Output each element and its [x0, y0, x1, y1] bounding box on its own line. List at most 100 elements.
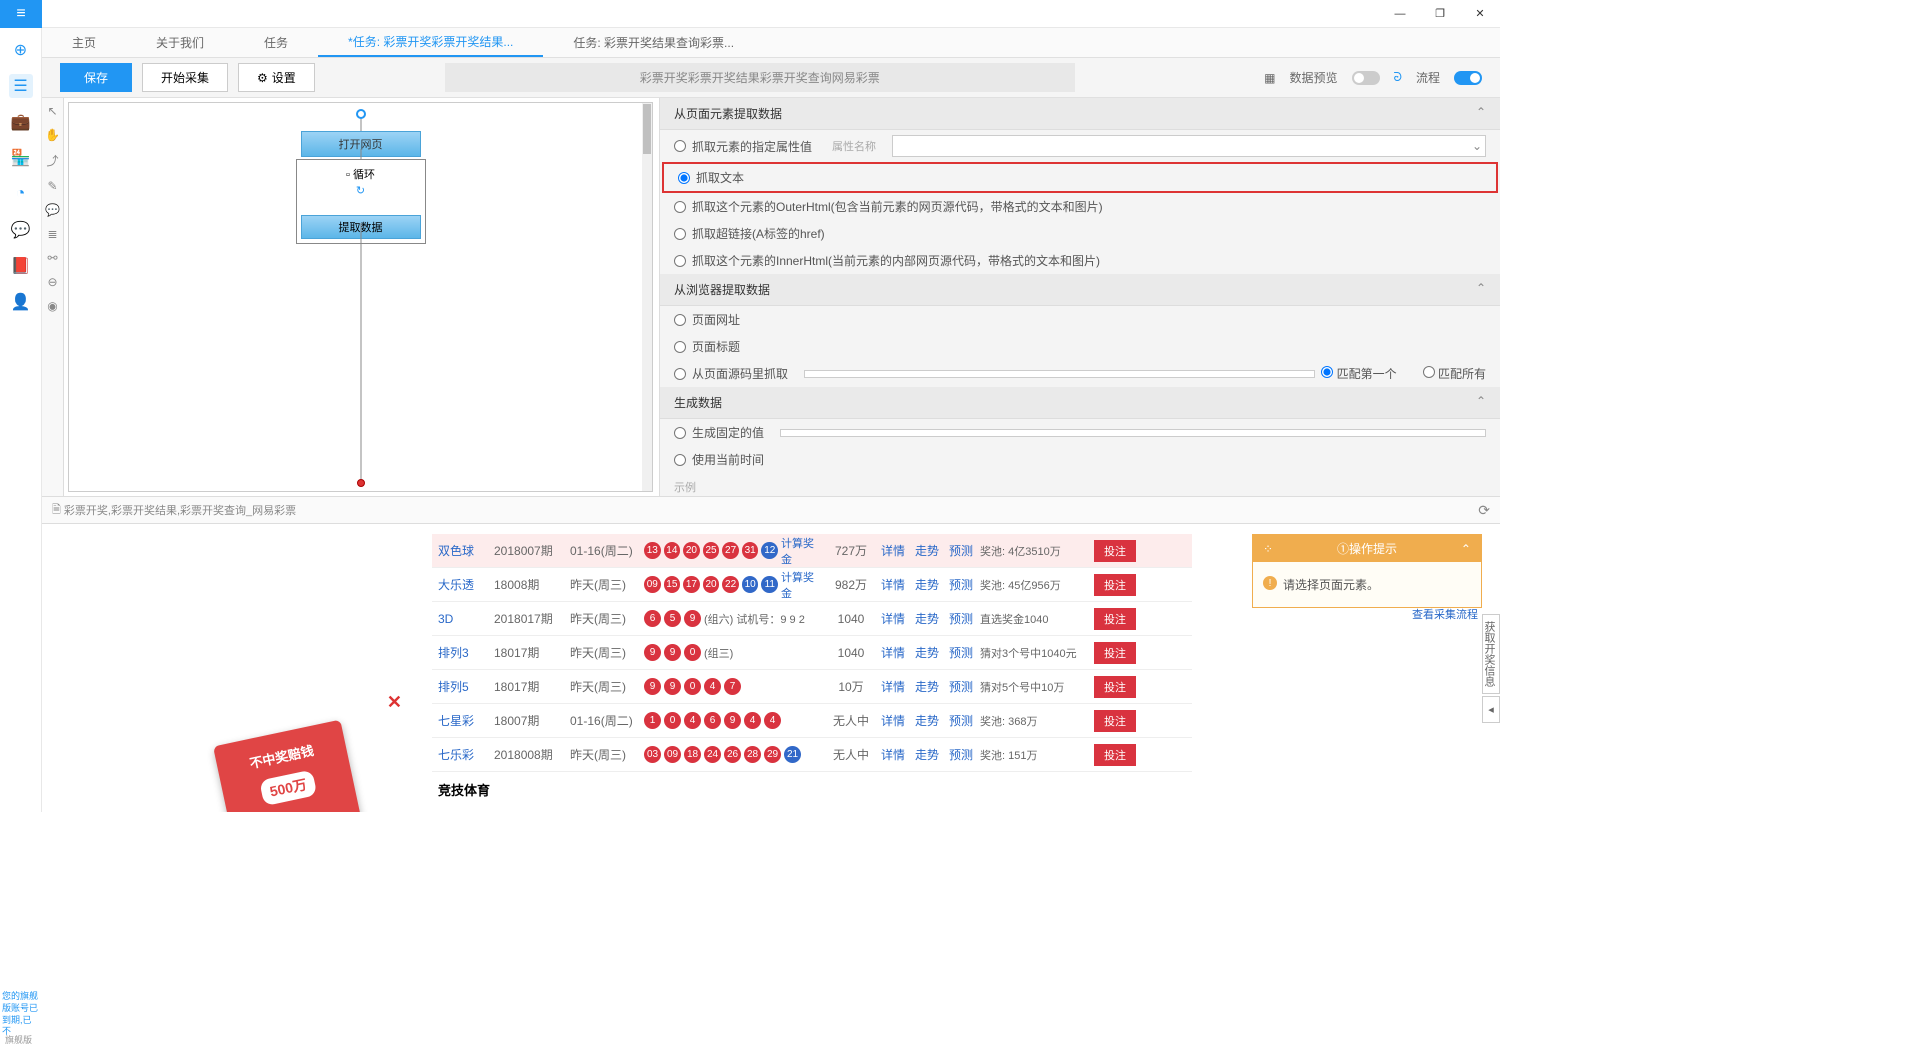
- radio-url[interactable]: 页面网址: [660, 306, 1500, 333]
- bet-button[interactable]: 投注: [1094, 676, 1136, 698]
- tool-cursor-icon[interactable]: ↖: [47, 104, 57, 118]
- radio-innerhtml[interactable]: 抓取这个元素的InnerHtml(当前元素的内部网页源代码，带格式的文本和图片): [660, 247, 1500, 274]
- detail-link[interactable]: 详情: [878, 712, 908, 729]
- forecast-link[interactable]: 预测: [946, 712, 976, 729]
- tool-tree-icon[interactable]: ⚯: [47, 251, 57, 265]
- side-tab-info[interactable]: 获取开奖信息: [1482, 614, 1500, 694]
- radio-source[interactable]: 从页面源码里抓取 匹配第一个 匹配所有: [660, 360, 1500, 387]
- attr-name-input[interactable]: ⌄: [892, 135, 1486, 157]
- detail-link[interactable]: 详情: [878, 576, 908, 593]
- preview-toggle[interactable]: [1352, 71, 1380, 85]
- tool-hand-icon[interactable]: ✋: [45, 128, 60, 142]
- forecast-link[interactable]: 预测: [946, 542, 976, 559]
- maximize-button[interactable]: ❐: [1420, 0, 1460, 28]
- tab-about[interactable]: 关于我们: [126, 28, 234, 57]
- lottery-issue: 2018017期: [494, 610, 566, 627]
- forecast-link[interactable]: 预测: [946, 746, 976, 763]
- trend-link[interactable]: 走势: [912, 712, 942, 729]
- settings-button[interactable]: ⚙设置: [238, 63, 315, 92]
- tab-current-task[interactable]: *任务: 彩票开奖彩票开奖结果...: [318, 28, 543, 57]
- nav-chat-icon[interactable]: 💬: [9, 218, 33, 242]
- tip-collapse-icon[interactable]: ⌃: [1461, 542, 1471, 556]
- nav-briefcase-icon[interactable]: 💼: [9, 110, 33, 134]
- trend-link[interactable]: 走势: [912, 576, 942, 593]
- start-collect-button[interactable]: 开始采集: [142, 63, 228, 92]
- bet-button[interactable]: 投注: [1094, 540, 1136, 562]
- match-first-radio[interactable]: [1321, 366, 1333, 378]
- ball-red: 25: [703, 542, 720, 559]
- tip-drag-icon[interactable]: ⁘: [1263, 542, 1273, 556]
- tool-target-icon[interactable]: ◉: [47, 299, 57, 313]
- trend-link[interactable]: 走势: [912, 610, 942, 627]
- detail-link[interactable]: 详情: [878, 746, 908, 763]
- tool-list-icon[interactable]: ≣: [47, 227, 57, 241]
- radio-fixed[interactable]: 生成固定的值: [660, 419, 1500, 446]
- flow-canvas[interactable]: 打开网页 ▫ 循环 ↻ 提取数据: [68, 102, 653, 492]
- detail-link[interactable]: 详情: [878, 678, 908, 695]
- trend-link[interactable]: 走势: [912, 644, 942, 661]
- flow-toggle[interactable]: [1454, 71, 1482, 85]
- detail-link[interactable]: 详情: [878, 542, 908, 559]
- lottery-name[interactable]: 七星彩: [438, 712, 490, 729]
- radio-outerhtml[interactable]: 抓取这个元素的OuterHtml(包含当前元素的网页源代码，带格式的文本和图片): [660, 193, 1500, 220]
- bet-button[interactable]: 投注: [1094, 608, 1136, 630]
- trend-link[interactable]: 走势: [912, 746, 942, 763]
- flow-start-node[interactable]: [356, 109, 366, 119]
- tab-tasks[interactable]: 任务: [234, 28, 318, 57]
- nav-store-icon[interactable]: 🏪: [9, 146, 33, 170]
- bet-button[interactable]: 投注: [1094, 744, 1136, 766]
- bet-button[interactable]: 投注: [1094, 710, 1136, 732]
- lottery-name[interactable]: 排列5: [438, 678, 490, 695]
- radio-time[interactable]: 使用当前时间: [660, 446, 1500, 473]
- bet-button[interactable]: 投注: [1094, 574, 1136, 596]
- tab-other-task[interactable]: 任务: 彩票开奖结果查询彩票...: [543, 28, 764, 57]
- minimize-button[interactable]: —: [1380, 0, 1420, 28]
- close-button[interactable]: ✕: [1460, 0, 1500, 28]
- section-browser[interactable]: 从浏览器提取数据⌃: [660, 274, 1500, 306]
- lottery-name[interactable]: 排列3: [438, 644, 490, 661]
- forecast-link[interactable]: 预测: [946, 610, 976, 627]
- tool-comment-icon[interactable]: 💬: [45, 203, 60, 217]
- promo-close-button[interactable]: ✕: [387, 692, 402, 713]
- forecast-link[interactable]: 预测: [946, 678, 976, 695]
- side-tab-arrow[interactable]: ◂: [1482, 696, 1500, 723]
- canvas-scrollbar[interactable]: [642, 103, 652, 491]
- flow-end-node[interactable]: [357, 479, 365, 487]
- fixed-value-input[interactable]: [780, 429, 1486, 437]
- trend-link[interactable]: 走势: [912, 678, 942, 695]
- lottery-name[interactable]: 大乐透: [438, 576, 490, 593]
- tool-edit-icon[interactable]: ✎: [47, 179, 57, 193]
- radio-href[interactable]: 抓取超链接(A标签的href): [660, 220, 1500, 247]
- tool-minus-icon[interactable]: ⊖: [47, 275, 57, 289]
- radio-text[interactable]: 抓取文本: [662, 162, 1498, 193]
- lottery-name[interactable]: 3D: [438, 612, 490, 626]
- lottery-name[interactable]: 七乐彩: [438, 746, 490, 763]
- radio-title[interactable]: 页面标题: [660, 333, 1500, 360]
- detail-link[interactable]: 详情: [878, 610, 908, 627]
- trend-link[interactable]: 走势: [912, 542, 942, 559]
- detail-link[interactable]: 详情: [878, 644, 908, 661]
- nav-book-icon[interactable]: 📕: [9, 254, 33, 278]
- menu-button[interactable]: ≡: [0, 0, 42, 28]
- tool-export-icon[interactable]: ⤴: [46, 152, 58, 169]
- bet-button[interactable]: 投注: [1094, 642, 1136, 664]
- nav-chart-icon[interactable]: ◔: [9, 182, 33, 206]
- source-input[interactable]: [804, 370, 1315, 378]
- forecast-link[interactable]: 预测: [946, 576, 976, 593]
- lottery-balls: 0309182426282921: [644, 746, 824, 763]
- nav-user-icon[interactable]: 👤: [9, 290, 33, 314]
- match-all-radio[interactable]: [1423, 366, 1435, 378]
- section-page-element[interactable]: 从页面元素提取数据⌃: [660, 98, 1500, 130]
- refresh-button[interactable]: ⟳: [1478, 502, 1490, 519]
- save-button[interactable]: 保存: [60, 63, 132, 92]
- promo-card[interactable]: 不中奖赔钱 500万: [213, 720, 361, 812]
- radio-attr[interactable]: 抓取元素的指定属性值属性名称⌄: [660, 130, 1500, 162]
- tab-home[interactable]: 主页: [42, 28, 126, 57]
- nav-list-icon[interactable]: ☰: [9, 74, 33, 98]
- lottery-table: 双色球 2018007期 01-16(周二) 13142025273112计算奖…: [432, 534, 1192, 812]
- view-flow-link[interactable]: 查看采集流程: [1412, 606, 1478, 622]
- lottery-name[interactable]: 双色球: [438, 542, 490, 559]
- forecast-link[interactable]: 预测: [946, 644, 976, 661]
- nav-plus-icon[interactable]: ⊕: [9, 38, 33, 62]
- section-generate[interactable]: 生成数据⌃: [660, 387, 1500, 419]
